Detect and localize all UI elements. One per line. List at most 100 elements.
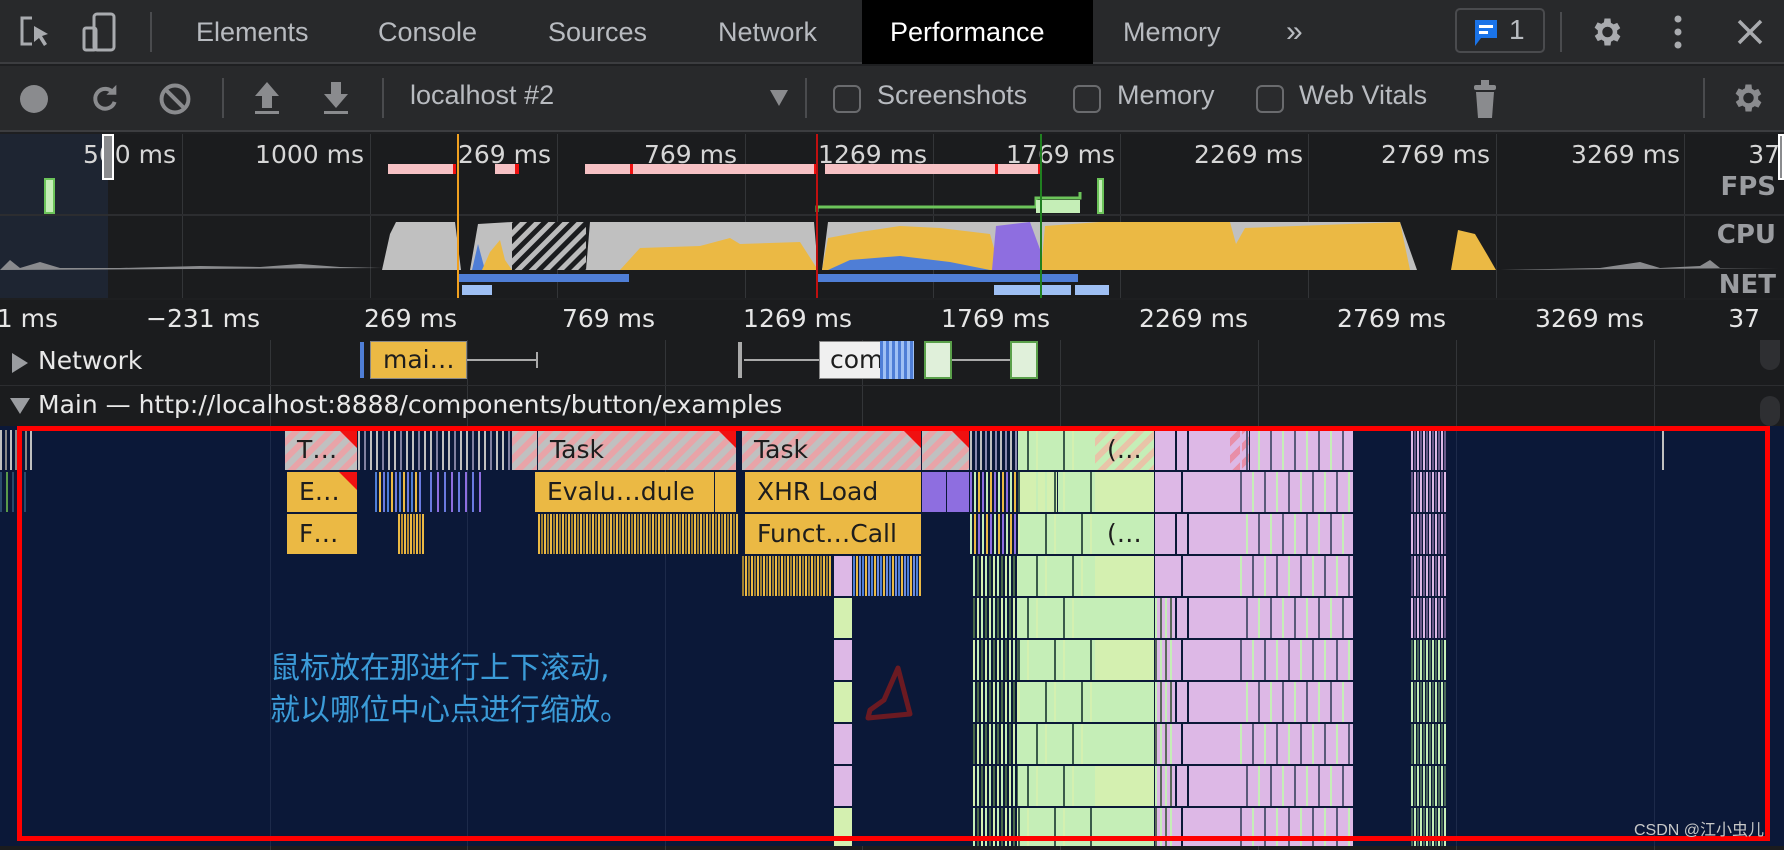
flame-block[interactable] (834, 598, 853, 638)
more-vert-icon[interactable] (1668, 14, 1688, 50)
flame-slice (10, 430, 12, 470)
flame-slice (1013, 724, 1015, 764)
flame-block[interactable] (834, 556, 853, 596)
clear-icon[interactable] (158, 82, 192, 116)
call-label: XHR Load (757, 477, 879, 506)
task-block[interactable]: Task (742, 430, 922, 470)
close-icon[interactable] (1736, 18, 1764, 46)
memory-checkbox-label[interactable]: Memory (1117, 80, 1215, 111)
function-call-block[interactable]: F… (287, 514, 358, 554)
flame-slice (1045, 472, 1047, 512)
more-tabs-button[interactable]: » (1258, 0, 1331, 64)
device-toolbar-icon[interactable] (82, 12, 116, 52)
download-icon[interactable] (321, 80, 351, 116)
flame-block[interactable] (834, 682, 853, 722)
rendering-block[interactable] (947, 472, 970, 512)
record-icon[interactable] (18, 83, 50, 115)
evaluate-module-block[interactable]: Evalu…dule (535, 472, 715, 512)
task-block[interactable]: T… (285, 430, 358, 470)
evaluate-block[interactable]: E… (287, 472, 358, 512)
task-block[interactable]: (… (1095, 430, 1155, 470)
tab-console[interactable]: Console (350, 0, 505, 64)
flame-block[interactable] (1095, 556, 1155, 596)
flame-slice (1324, 598, 1326, 638)
main-track-header[interactable]: Main — http://localhost:8888/components/… (0, 386, 1784, 426)
main-flame-chart[interactable]: T… Task Task (… E… Evalu…dule XHR Load F… (0, 426, 1784, 846)
flame-block[interactable] (1018, 472, 1058, 512)
expand-triangle-icon[interactable] (12, 353, 28, 373)
network-request-main[interactable]: mai… (370, 341, 467, 379)
web-vitals-checkbox[interactable] (1256, 85, 1284, 113)
flame-block[interactable] (1018, 682, 1155, 722)
flame-slice (1063, 640, 1065, 680)
function-call-block[interactable]: Funct…Call (745, 514, 922, 554)
network-request[interactable] (1010, 341, 1038, 379)
flame-block[interactable] (834, 808, 853, 846)
flame-slice (1018, 682, 1020, 722)
flame-slice (1240, 514, 1242, 554)
issues-button[interactable]: 1 (1455, 8, 1545, 53)
flame-block[interactable] (512, 430, 538, 470)
flame-slice (655, 514, 657, 554)
flame-block[interactable] (1018, 724, 1155, 764)
reload-icon[interactable] (88, 82, 122, 116)
xhr-load-block[interactable]: XHR Load (745, 472, 922, 512)
timeline-overview[interactable]: 500 ms 1000 ms 269 ms 769 ms 1269 ms 176… (0, 134, 1784, 298)
flame-block[interactable] (1095, 640, 1155, 680)
flame-slice (977, 724, 979, 764)
flame-slice (1288, 808, 1290, 846)
flame-block[interactable] (834, 724, 853, 764)
flame-slice (1252, 514, 1254, 554)
network-track[interactable]: Network mai… com (0, 340, 1784, 386)
flame-block[interactable] (1018, 808, 1155, 846)
tab-performance[interactable]: Performance (862, 0, 1093, 64)
tab-elements[interactable]: Elements (168, 0, 337, 64)
tracks-panel[interactable]: Network mai… com Main — http://localhost… (0, 340, 1784, 850)
profile-select[interactable]: localhost #2 (395, 72, 795, 124)
flame-slice (444, 472, 446, 512)
flame-slice (1282, 724, 1284, 764)
rendering-block[interactable] (922, 472, 947, 512)
flame-block[interactable] (834, 766, 853, 806)
inspect-element-icon[interactable] (18, 14, 54, 50)
task-block[interactable] (922, 430, 970, 470)
tab-memory[interactable]: Memory (1095, 0, 1249, 64)
selection-left-handle[interactable] (102, 134, 114, 180)
flame-slice (1090, 724, 1092, 764)
flame-slice (1432, 724, 1434, 764)
memory-checkbox[interactable] (1073, 85, 1101, 113)
flame-slice (1330, 808, 1332, 846)
web-vitals-checkbox-label[interactable]: Web Vitals (1299, 80, 1427, 111)
flame-slice (1426, 640, 1428, 680)
selection-right-handle[interactable] (1778, 134, 1784, 180)
flame-slice (1435, 766, 1437, 806)
flame-block[interactable] (1095, 766, 1155, 806)
ruler-tick: 1269 ms (743, 304, 852, 333)
screenshots-checkbox-label[interactable]: Screenshots (877, 80, 1027, 111)
flame-block[interactable] (834, 640, 853, 680)
capture-settings-icon[interactable] (1729, 80, 1765, 116)
flame-block[interactable] (1095, 472, 1155, 512)
upload-icon[interactable] (252, 80, 282, 116)
flame-slice (18, 472, 20, 512)
flame-block[interactable] (1018, 598, 1155, 638)
flame-slice (1252, 682, 1254, 722)
tab-network[interactable]: Network (690, 0, 845, 64)
settings-icon[interactable] (1588, 14, 1624, 50)
ruler-tick: 1 ms (0, 304, 58, 333)
collapse-triangle-icon[interactable] (10, 398, 30, 414)
scrollbar-thumb[interactable] (1760, 396, 1780, 426)
flame-slice (989, 724, 991, 764)
network-request[interactable] (924, 341, 952, 379)
flame-slice (664, 514, 666, 554)
flame-slice (1072, 682, 1074, 722)
call-block[interactable]: (… (1095, 514, 1155, 554)
flame-slice (1435, 472, 1437, 512)
call-block[interactable] (715, 472, 737, 512)
trash-icon[interactable] (1473, 79, 1497, 119)
scrollbar-thumb[interactable] (1760, 340, 1780, 370)
task-block[interactable]: Task (538, 430, 737, 470)
screenshots-checkbox[interactable] (833, 85, 861, 113)
flame-slice (993, 808, 995, 846)
tab-sources[interactable]: Sources (520, 0, 675, 64)
